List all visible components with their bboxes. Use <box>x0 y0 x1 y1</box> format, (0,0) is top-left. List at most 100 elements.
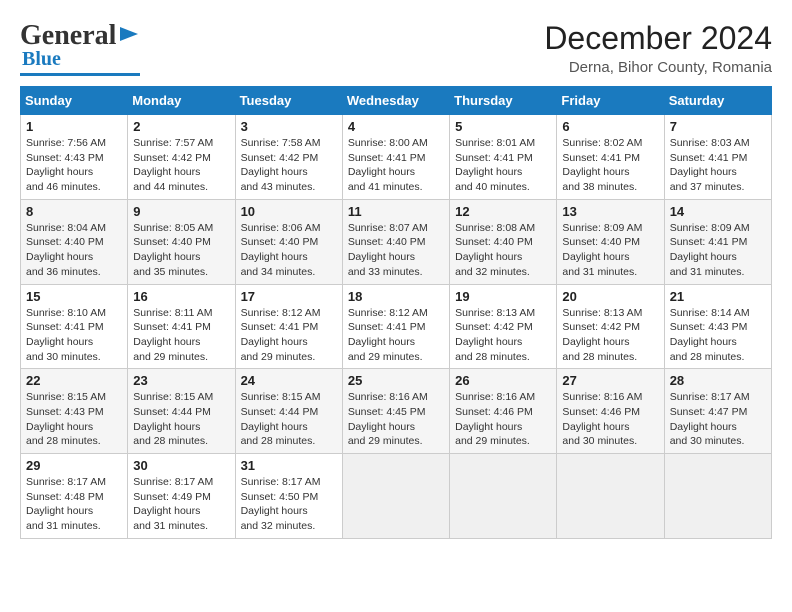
day-number: 4 <box>348 119 444 134</box>
day-info: Sunrise: 7:57 AM Sunset: 4:42 PM Dayligh… <box>133 136 229 195</box>
day-info: Sunrise: 8:15 AM Sunset: 4:44 PM Dayligh… <box>241 390 337 449</box>
page-title: December 2024 <box>544 20 772 57</box>
calendar-week-row: 8 Sunrise: 8:04 AM Sunset: 4:40 PM Dayli… <box>21 199 772 284</box>
day-number: 29 <box>26 458 122 473</box>
day-info: Sunrise: 8:04 AM Sunset: 4:40 PM Dayligh… <box>26 221 122 280</box>
day-info: Sunrise: 8:11 AM Sunset: 4:41 PM Dayligh… <box>133 306 229 365</box>
day-info: Sunrise: 8:15 AM Sunset: 4:43 PM Dayligh… <box>26 390 122 449</box>
day-number: 5 <box>455 119 551 134</box>
day-number: 24 <box>241 373 337 388</box>
day-number: 14 <box>670 204 766 219</box>
day-info: Sunrise: 8:10 AM Sunset: 4:41 PM Dayligh… <box>26 306 122 365</box>
day-info: Sunrise: 8:15 AM Sunset: 4:44 PM Dayligh… <box>133 390 229 449</box>
day-number: 6 <box>562 119 658 134</box>
day-number: 8 <box>26 204 122 219</box>
day-info: Sunrise: 8:09 AM Sunset: 4:41 PM Dayligh… <box>670 221 766 280</box>
calendar-week-row: 1 Sunrise: 7:56 AM Sunset: 4:43 PM Dayli… <box>21 115 772 200</box>
table-row <box>557 454 664 539</box>
day-info: Sunrise: 8:16 AM Sunset: 4:46 PM Dayligh… <box>562 390 658 449</box>
day-number: 10 <box>241 204 337 219</box>
day-number: 19 <box>455 289 551 304</box>
table-row: 12 Sunrise: 8:08 AM Sunset: 4:40 PM Dayl… <box>450 199 557 284</box>
page-header: General Blue December 2024 Derna, Bihor … <box>20 20 772 76</box>
calendar-week-row: 22 Sunrise: 8:15 AM Sunset: 4:43 PM Dayl… <box>21 369 772 454</box>
logo-underline <box>20 73 140 76</box>
day-number: 15 <box>26 289 122 304</box>
day-number: 27 <box>562 373 658 388</box>
table-row: 3 Sunrise: 7:58 AM Sunset: 4:42 PM Dayli… <box>235 115 342 200</box>
day-number: 18 <box>348 289 444 304</box>
table-row: 6 Sunrise: 8:02 AM Sunset: 4:41 PM Dayli… <box>557 115 664 200</box>
table-row: 4 Sunrise: 8:00 AM Sunset: 4:41 PM Dayli… <box>342 115 449 200</box>
day-info: Sunrise: 7:58 AM Sunset: 4:42 PM Dayligh… <box>241 136 337 195</box>
table-row <box>342 454 449 539</box>
day-info: Sunrise: 8:17 AM Sunset: 4:47 PM Dayligh… <box>670 390 766 449</box>
table-row: 15 Sunrise: 8:10 AM Sunset: 4:41 PM Dayl… <box>21 284 128 369</box>
day-info: Sunrise: 8:12 AM Sunset: 4:41 PM Dayligh… <box>348 306 444 365</box>
day-info: Sunrise: 8:01 AM Sunset: 4:41 PM Dayligh… <box>455 136 551 195</box>
calendar-table: Sunday Monday Tuesday Wednesday Thursday… <box>20 86 772 539</box>
day-number: 20 <box>562 289 658 304</box>
table-row: 25 Sunrise: 8:16 AM Sunset: 4:45 PM Dayl… <box>342 369 449 454</box>
table-row: 18 Sunrise: 8:12 AM Sunset: 4:41 PM Dayl… <box>342 284 449 369</box>
day-number: 28 <box>670 373 766 388</box>
logo-blue-text: Blue <box>22 48 61 71</box>
day-number: 30 <box>133 458 229 473</box>
table-row: 19 Sunrise: 8:13 AM Sunset: 4:42 PM Dayl… <box>450 284 557 369</box>
day-number: 22 <box>26 373 122 388</box>
page-subtitle: Derna, Bihor County, Romania <box>544 59 772 76</box>
table-row: 23 Sunrise: 8:15 AM Sunset: 4:44 PM Dayl… <box>128 369 235 454</box>
logo: General Blue <box>20 20 140 76</box>
table-row: 20 Sunrise: 8:13 AM Sunset: 4:42 PM Dayl… <box>557 284 664 369</box>
table-row: 28 Sunrise: 8:17 AM Sunset: 4:47 PM Dayl… <box>664 369 771 454</box>
day-number: 11 <box>348 204 444 219</box>
table-row: 1 Sunrise: 7:56 AM Sunset: 4:43 PM Dayli… <box>21 115 128 200</box>
logo-arrow-icon <box>118 23 140 45</box>
day-info: Sunrise: 8:13 AM Sunset: 4:42 PM Dayligh… <box>562 306 658 365</box>
day-info: Sunrise: 8:16 AM Sunset: 4:45 PM Dayligh… <box>348 390 444 449</box>
table-row: 17 Sunrise: 8:12 AM Sunset: 4:41 PM Dayl… <box>235 284 342 369</box>
day-number: 26 <box>455 373 551 388</box>
table-row: 10 Sunrise: 8:06 AM Sunset: 4:40 PM Dayl… <box>235 199 342 284</box>
col-monday: Monday <box>128 87 235 115</box>
col-wednesday: Wednesday <box>342 87 449 115</box>
day-number: 21 <box>670 289 766 304</box>
col-saturday: Saturday <box>664 87 771 115</box>
day-number: 25 <box>348 373 444 388</box>
calendar-week-row: 15 Sunrise: 8:10 AM Sunset: 4:41 PM Dayl… <box>21 284 772 369</box>
day-number: 1 <box>26 119 122 134</box>
day-number: 7 <box>670 119 766 134</box>
table-row: 13 Sunrise: 8:09 AM Sunset: 4:40 PM Dayl… <box>557 199 664 284</box>
day-info: Sunrise: 8:14 AM Sunset: 4:43 PM Dayligh… <box>670 306 766 365</box>
table-row: 21 Sunrise: 8:14 AM Sunset: 4:43 PM Dayl… <box>664 284 771 369</box>
day-number: 31 <box>241 458 337 473</box>
day-info: Sunrise: 8:17 AM Sunset: 4:48 PM Dayligh… <box>26 475 122 534</box>
day-info: Sunrise: 8:05 AM Sunset: 4:40 PM Dayligh… <box>133 221 229 280</box>
day-info: Sunrise: 8:03 AM Sunset: 4:41 PM Dayligh… <box>670 136 766 195</box>
col-tuesday: Tuesday <box>235 87 342 115</box>
day-info: Sunrise: 7:56 AM Sunset: 4:43 PM Dayligh… <box>26 136 122 195</box>
table-row: 22 Sunrise: 8:15 AM Sunset: 4:43 PM Dayl… <box>21 369 128 454</box>
calendar-week-row: 29 Sunrise: 8:17 AM Sunset: 4:48 PM Dayl… <box>21 454 772 539</box>
day-info: Sunrise: 8:12 AM Sunset: 4:41 PM Dayligh… <box>241 306 337 365</box>
table-row: 27 Sunrise: 8:16 AM Sunset: 4:46 PM Dayl… <box>557 369 664 454</box>
title-block: December 2024 Derna, Bihor County, Roman… <box>544 20 772 76</box>
day-number: 3 <box>241 119 337 134</box>
table-row: 16 Sunrise: 8:11 AM Sunset: 4:41 PM Dayl… <box>128 284 235 369</box>
day-info: Sunrise: 8:06 AM Sunset: 4:40 PM Dayligh… <box>241 221 337 280</box>
day-info: Sunrise: 8:16 AM Sunset: 4:46 PM Dayligh… <box>455 390 551 449</box>
col-sunday: Sunday <box>21 87 128 115</box>
calendar-header-row: Sunday Monday Tuesday Wednesday Thursday… <box>21 87 772 115</box>
day-number: 17 <box>241 289 337 304</box>
day-info: Sunrise: 8:09 AM Sunset: 4:40 PM Dayligh… <box>562 221 658 280</box>
table-row: 5 Sunrise: 8:01 AM Sunset: 4:41 PM Dayli… <box>450 115 557 200</box>
table-row: 24 Sunrise: 8:15 AM Sunset: 4:44 PM Dayl… <box>235 369 342 454</box>
day-info: Sunrise: 8:07 AM Sunset: 4:40 PM Dayligh… <box>348 221 444 280</box>
table-row: 11 Sunrise: 8:07 AM Sunset: 4:40 PM Dayl… <box>342 199 449 284</box>
table-row: 31 Sunrise: 8:17 AM Sunset: 4:50 PM Dayl… <box>235 454 342 539</box>
day-number: 16 <box>133 289 229 304</box>
day-number: 9 <box>133 204 229 219</box>
table-row: 26 Sunrise: 8:16 AM Sunset: 4:46 PM Dayl… <box>450 369 557 454</box>
day-info: Sunrise: 8:17 AM Sunset: 4:49 PM Dayligh… <box>133 475 229 534</box>
day-info: Sunrise: 8:17 AM Sunset: 4:50 PM Dayligh… <box>241 475 337 534</box>
